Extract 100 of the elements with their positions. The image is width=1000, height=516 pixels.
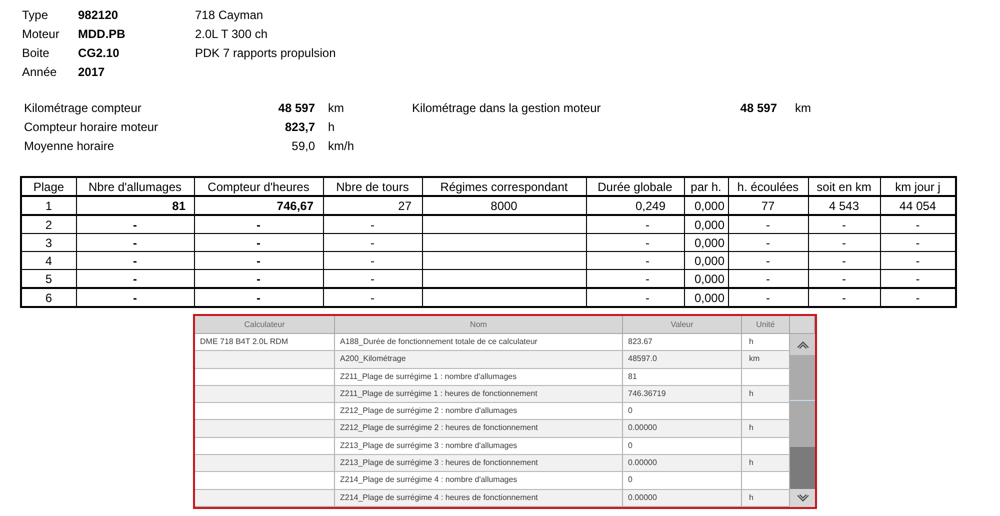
table-cell: 0,000 [684,270,728,288]
vehicle-description: PDK 7 rapports propulsion [195,46,336,60]
table-cell: Z214_Plage de surrégime 4 : nombre d'allumages [335,472,623,489]
chevron-down-icon [796,494,808,502]
column-header: h. écoulées [728,177,808,196]
column-header: Unité [742,316,790,333]
reading-unit: km [328,100,344,114]
table-cell: 81 [623,368,742,385]
column-header: Durée globale [586,177,684,196]
table-cell: Z212_Plage de surrégime 2 : nombre d'allumages [335,403,623,420]
table-cell: - [586,270,684,288]
table-cell: Z211_Plage de surrégime 1 : heures de fonctionnement [335,386,623,402]
table-cell: - [728,270,808,288]
table-cell: - [808,270,880,288]
table-cell: 0 [623,403,742,420]
table-cell: - [808,252,880,270]
table-cell: - [76,252,194,270]
table-cell: 27 [323,196,422,215]
table-cell: - [76,215,194,234]
column-header: Valeur [623,316,742,333]
vehicle-code: MDD.PB [78,26,126,40]
table-cell: 0,000 [684,234,728,252]
reading-value: 48 597 [740,100,777,114]
table-cell: - [586,252,684,270]
info-label: Moteur [22,26,60,40]
column-header: Nbre de tours [323,177,422,196]
column-header: soit en km [808,177,880,196]
reading-unit: km/h [328,138,354,152]
table-cell: 0,000 [684,215,728,234]
table-cell: 746.36719 [623,386,742,402]
reading-label: Kilométrage dans la gestion moteur [412,100,601,114]
table-cell: - [323,215,422,234]
table-cell: 0,000 [684,196,728,215]
scrollbar-thumb[interactable] [790,446,815,489]
column-header: Compteur d'heures [194,177,323,196]
table-cell: 0,000 [684,252,728,270]
column-header: Plage [21,177,76,196]
table-cell: 0.00000 [623,490,742,506]
column-header: Nom [335,316,623,333]
table-cell: - [194,270,323,288]
table-cell: 0.00000 [623,455,742,472]
vehicle-code: CG2.10 [78,46,120,60]
scroll-up-button[interactable] [790,334,815,355]
reading-label: Kilométrage compteur [24,100,142,114]
table-cell: 0.00000 [623,420,742,437]
table-cell: 1 [21,196,76,215]
table-cell: Z211_Plage de surrégime 1 : nombre d'allumages [335,368,623,385]
reading-label: Moyenne horaire [24,138,114,152]
reading-value: 823,7 [284,120,315,134]
table-cell: 5 [21,270,76,288]
column-header: Nbre d'allumages [76,177,194,196]
table-cell: DME 718 B4T 2.0L RDM [195,334,335,350]
table-cell: 0 [623,472,742,489]
table-cell: - [76,234,194,252]
table-cell: 4 543 [808,196,880,215]
column-header: Régimes correspondant [422,177,586,196]
reading-label: Compteur horaire moteur [24,120,158,134]
table-cell: 8000 [422,196,586,215]
table-cell: - [808,215,880,234]
table-cell: Z213_Plage de surrégime 3 : nombre d'allumages [335,438,623,454]
table-cell: 4 [21,252,76,270]
table-cell: Z212_Plage de surrégime 2 : heures de fonctionnement [335,420,623,437]
table-cell: 0 [623,438,742,454]
table-cell: 0,249 [586,196,684,215]
table-cell: 77 [728,196,808,215]
column-header: par h. [684,177,728,196]
vehicle-description: 2.0L T 300 ch [195,26,268,40]
table-cell: Z213_Plage de surrégime 3 : heures de fonctionnement [335,455,623,472]
table-cell: Z214_Plage de surrégime 4 : heures de fonctionnement [335,490,623,506]
table-cell: - [194,215,323,234]
info-label: Type [22,8,48,22]
table-cell: 3 [21,234,76,252]
table-cell: - [728,252,808,270]
reading-value: 48 597 [278,100,315,114]
table-cell: - [323,270,422,288]
vehicle-description: 718 Cayman [195,8,264,22]
table-cell: - [728,215,808,234]
table-cell: - [76,270,194,288]
table-cell: 81 [76,196,194,215]
vehicle-code: 2017 [78,64,105,78]
table-cell: 746,67 [194,196,323,215]
table-cell: - [728,234,808,252]
table-cell: A200_Kilométrage [335,351,623,368]
scroll-down-button[interactable] [790,488,815,507]
table-cell: - [323,252,422,270]
table-cell: 2 [21,215,76,234]
table-cell: - [194,252,323,270]
reading-unit: h [328,120,335,134]
reading-unit: km [795,100,811,114]
info-label: Boite [22,46,50,60]
column-header: Calculateur [195,316,335,333]
chevron-up-icon [796,340,808,348]
table-cell: - [808,234,880,252]
table-cell: - [586,234,684,252]
table-cell: A188_Durée de fonctionnement totale de ce calculateur [335,334,623,350]
table-cell: - [323,234,422,252]
table-cell: - [194,234,323,252]
info-label: Année [22,64,57,78]
reading-value: 59,0 [292,138,315,152]
table-cell: 48597.0 [623,351,742,368]
